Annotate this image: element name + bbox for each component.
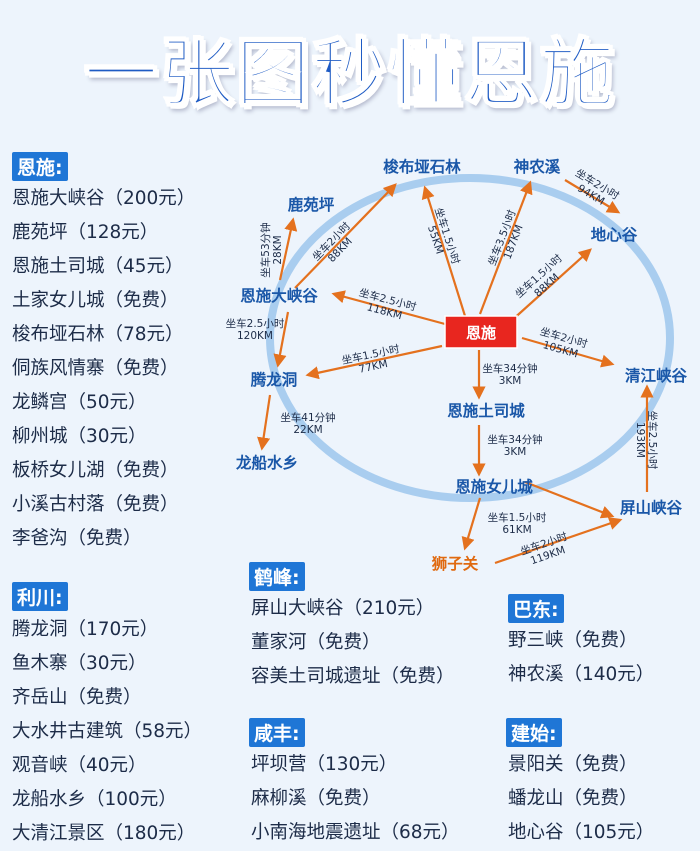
edge-label-hub-qingjiang: 坐车2小时 105KM — [539, 325, 590, 361]
node-tenglong: 腾龙洞 — [251, 370, 298, 389]
edge-label-hub-daxiagu: 坐车2.5小时 118KM — [358, 286, 419, 322]
list-item: 鱼木寨（30元） — [12, 653, 147, 674]
arrow-nvercheng-pingshan — [524, 480, 615, 519]
list-item: 神农溪（140元） — [508, 664, 655, 685]
edge-label-hub-tenglong: 坐车1.5小时 77KM — [341, 342, 402, 376]
edge-label-tenglong-longchuan: 坐车41分钟 22KM — [280, 411, 335, 436]
svg-text:3KM: 3KM — [504, 446, 527, 458]
arrow-tenglong-longchuan — [257, 394, 272, 451]
edge-label-hub-tusicheng: 坐车34分钟 3KM — [482, 362, 537, 387]
list-item: 地心谷（105元） — [508, 822, 655, 843]
list-item: 齐岳山（免费） — [12, 687, 142, 708]
list-item: 景阳关（免费） — [508, 754, 638, 775]
node-shiziguan: 狮子关 — [431, 554, 479, 573]
list-item: 容美土司城遗址（免费） — [251, 666, 455, 687]
region-tag-jianshi: 建始: — [506, 718, 562, 747]
list-item: 坪坝营（130元） — [251, 754, 398, 775]
edge-label-hub-suobuya: 坐车1.5小时 55KM — [425, 206, 463, 266]
list-item: 麻柳溪（免费） — [251, 788, 381, 809]
edge-label-nvercheng-pingshan: 坐车1.5小时 61KM — [488, 511, 547, 536]
node-pingshan: 屏山峡谷 — [620, 498, 683, 517]
node-suobuya: 梭布垭石林 — [383, 157, 461, 176]
svg-text:坐车34分钟: 坐车34分钟 — [482, 362, 537, 375]
node-daxiagu: 恩施大峡谷 — [240, 286, 318, 305]
svg-text:28KM: 28KM — [272, 235, 284, 264]
route-map-diagram: 恩施 梭布垭石林 神农溪 鹿苑坪 地心谷 恩施大峡谷 清江峡谷 腾龙洞 恩施土司… — [226, 157, 688, 573]
list-item: 董家河（免费） — [251, 632, 381, 653]
svg-text:61KM: 61KM — [502, 524, 531, 536]
list-item: 野三峡（免费） — [508, 630, 638, 651]
hub-label: 恩施 — [466, 324, 496, 342]
list-item: 观音峡（40元） — [12, 755, 147, 776]
svg-text:坐车34分钟: 坐车34分钟 — [487, 433, 542, 446]
svg-text:22KM: 22KM — [293, 424, 322, 436]
list-item: 龙船水乡（100元） — [12, 789, 177, 810]
svg-text:坐车1.5小时: 坐车1.5小时 — [488, 511, 547, 524]
jianshi-attraction-list: 景阳关（免费） 蟠龙山（免费） 地心谷（105元） — [508, 748, 654, 850]
svg-text:坐车41分钟: 坐车41分钟 — [280, 411, 335, 424]
svg-text:坐车2.5小时: 坐车2.5小时 — [226, 317, 285, 330]
xianfeng-attraction-list: 坪坝营（130元） 麻柳溪（免费） 小南海地震遗址（68元） — [251, 748, 460, 850]
node-dixingu: 地心谷 — [591, 225, 638, 244]
list-item: 大水井古建筑（58元） — [12, 721, 203, 742]
list-item: 蟠龙山（免费） — [508, 788, 638, 809]
region-tag-xianfeng: 咸丰: — [249, 718, 305, 747]
edge-label-daxiagu-tenglong: 坐车2.5小时 120KM — [226, 317, 285, 342]
edge-label-hub-shennongxi: 坐车3.5小时 187KM — [485, 207, 525, 267]
node-tusicheng: 恩施土司城 — [447, 401, 525, 420]
badong-attraction-list: 野三峡（免费） 神农溪（140元） — [508, 624, 654, 692]
edge-label-tusicheng-nvercheng: 坐车34分钟 3KM — [487, 433, 542, 458]
node-qingjiang: 清江峡谷 — [625, 366, 688, 385]
arrow-nvercheng-shiziguan — [461, 497, 482, 551]
list-item: 大清江景区（180元） — [12, 823, 196, 844]
svg-text:坐车53分钟: 坐车53分钟 — [259, 222, 272, 277]
svg-text:3KM: 3KM — [499, 375, 522, 387]
svg-text:193KM: 193KM — [634, 422, 646, 458]
node-luyuanping: 鹿苑坪 — [288, 195, 335, 214]
svg-text:坐车2.5小时: 坐车2.5小时 — [646, 411, 659, 470]
node-shennongxi: 神农溪 — [514, 157, 561, 176]
list-item: 小南海地震遗址（68元） — [251, 822, 460, 843]
edge-label-hub-dixingu: 坐车1.5小时 88KM — [512, 251, 565, 300]
hefeng-attraction-list: 屏山大峡谷（210元） 董家河（免费） 容美土司城遗址（免费） — [251, 592, 455, 694]
node-longchuan: 龙船水乡 — [235, 453, 298, 472]
edge-label-daxiagu-luyuanping: 坐车53分钟 28KM — [259, 222, 284, 277]
svg-text:120KM: 120KM — [237, 330, 273, 342]
lichuan-attraction-list: 腾龙洞（170元） 鱼木寨（30元） 齐岳山（免费） 大水井古建筑（58元） 观… — [12, 613, 202, 851]
node-nvercheng: 恩施女儿城 — [455, 477, 533, 496]
list-item: 腾龙洞（170元） — [12, 619, 159, 640]
